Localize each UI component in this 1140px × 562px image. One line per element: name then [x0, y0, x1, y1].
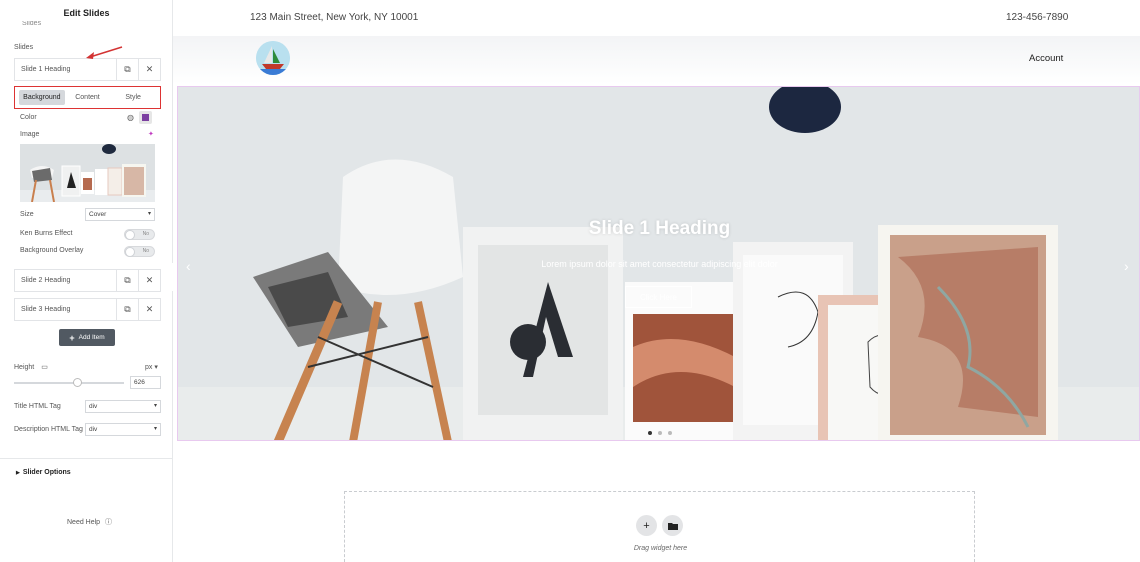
clipped-section-label: Slides — [22, 21, 42, 27]
drop-zone-actions: + — [636, 515, 683, 536]
caret-right-icon: ▶ — [16, 470, 20, 476]
repeater-item-slide-1[interactable]: Slide 1 Heading ⧉ ✕ — [14, 58, 161, 81]
close-icon[interactable]: ✕ — [138, 298, 160, 321]
toggle-knob — [125, 247, 135, 257]
ken-burns-toggle[interactable]: No — [124, 229, 155, 240]
unit-value: px — [145, 364, 153, 371]
pagination-dot[interactable] — [658, 431, 662, 435]
add-item-label: Add Item — [78, 334, 105, 341]
toggle-state: No — [142, 231, 149, 237]
size-select-value: Cover — [89, 211, 107, 218]
height-input[interactable]: 626 — [130, 376, 161, 389]
tab-background[interactable]: Background — [19, 90, 65, 105]
desc-tag-select[interactable]: div ▾ — [85, 423, 161, 436]
tab-content[interactable]: Content — [65, 90, 111, 105]
slide-heading[interactable]: Slide 1 Heading — [178, 218, 1139, 240]
help-icon: ⓘ — [105, 519, 113, 526]
height-slider-handle[interactable] — [73, 378, 82, 387]
site-logo[interactable] — [256, 41, 290, 75]
pagination-dot[interactable] — [648, 431, 652, 435]
height-slider-track[interactable] — [14, 382, 124, 384]
pagination-dot[interactable] — [668, 431, 672, 435]
slider-options-label: Slider Options — [22, 469, 71, 476]
chevron-down-icon: ▾ — [153, 426, 157, 432]
title-tag-select[interactable]: div ▾ — [85, 400, 161, 413]
repeater-item-title[interactable]: Slide 1 Heading — [15, 66, 116, 73]
chevron-down-icon: ▾ — [154, 364, 158, 371]
title-tag-label: Title HTML Tag — [14, 403, 61, 410]
need-help-link[interactable]: Need Help ⓘ — [67, 517, 112, 527]
color-picker[interactable] — [139, 111, 152, 124]
height-label-text: Height — [14, 364, 35, 371]
repeater-item-title[interactable]: Slide 2 Heading — [15, 277, 116, 284]
chevron-down-icon: ▾ — [153, 403, 157, 409]
globe-icon[interactable]: ◍ — [124, 111, 137, 124]
add-item-button[interactable]: + Add Item — [59, 329, 115, 346]
close-icon[interactable]: ✕ — [138, 58, 160, 81]
editor-panel: Edit Slides Slides Slides Slide 1 Headin… — [0, 0, 173, 562]
slide-pagination — [648, 431, 672, 435]
bg-overlay-toggle[interactable]: No — [124, 246, 155, 257]
image-label: Image — [20, 131, 40, 138]
preview-canvas: 123 Main Street, New York, NY 10001 123-… — [173, 0, 1140, 562]
repeater-item-title[interactable]: Slide 3 Heading — [15, 306, 116, 313]
slider-options-section[interactable]: ▶ Slider Options — [16, 469, 71, 476]
bg-overlay-label: Background Overlay — [20, 247, 84, 254]
toggle-state: No — [142, 248, 149, 254]
repeater-item-slide-3[interactable]: Slide 3 Heading ⧉ ✕ — [14, 298, 161, 321]
address-text: 123 Main Street, New York, NY 10001 — [250, 12, 419, 23]
title-tag-value: div — [89, 403, 98, 410]
color-label: Color — [20, 114, 37, 121]
ai-sparkle-icon[interactable]: ✦ — [148, 130, 154, 138]
slide-cta-button[interactable]: Click Here — [625, 286, 692, 308]
top-info-bar: 123 Main Street, New York, NY 10001 123-… — [173, 0, 1140, 36]
tab-style[interactable]: Style — [110, 90, 156, 105]
desktop-icon[interactable]: ▭ — [41, 364, 48, 371]
annotation-arrow — [86, 46, 123, 59]
duplicate-icon[interactable]: ⧉ — [116, 269, 138, 292]
color-swatch — [142, 114, 149, 121]
template-library-button[interactable] — [662, 515, 683, 536]
height-label: Height ▭ — [14, 363, 48, 371]
site-navbar — [173, 36, 1140, 84]
duplicate-icon[interactable]: ⧉ — [116, 298, 138, 321]
next-arrow-icon[interactable]: › — [1124, 258, 1129, 274]
slide-hero: Slide 1 Heading Lorem ipsum dolor sit am… — [177, 86, 1140, 441]
size-label: Size — [20, 211, 34, 218]
duplicate-icon[interactable]: ⧉ — [116, 58, 138, 81]
prev-arrow-icon[interactable]: ‹ — [186, 258, 191, 274]
account-link[interactable]: Account — [1029, 53, 1063, 64]
color-controls: ◍ — [124, 111, 152, 124]
need-help-label: Need Help — [67, 519, 101, 526]
drop-zone-text: Drag widget here — [633, 545, 688, 552]
size-select[interactable]: Cover ▾ — [85, 208, 155, 221]
plus-icon: + — [69, 332, 75, 343]
widget-drop-zone[interactable]: + Drag widget here — [344, 491, 975, 562]
slide-description[interactable]: Lorem ipsum dolor sit amet consectetur a… — [178, 259, 1139, 269]
slide-tabs: Background Content Style — [14, 86, 161, 109]
unit-selector[interactable]: px ▾ — [145, 363, 158, 371]
ken-burns-label: Ken Burns Effect — [20, 230, 73, 237]
divider — [0, 458, 173, 459]
repeater-item-slide-2[interactable]: Slide 2 Heading ⧉ ✕ — [14, 269, 161, 292]
slides-label: Slides — [14, 44, 34, 51]
chevron-down-icon: ▾ — [147, 211, 151, 217]
folder-icon — [667, 522, 678, 530]
phone-text: 123-456-7890 — [1006, 12, 1069, 23]
add-section-button[interactable]: + — [636, 515, 657, 536]
image-thumbnail[interactable] — [20, 144, 155, 202]
close-icon[interactable]: ✕ — [138, 269, 160, 292]
toggle-knob — [125, 230, 135, 240]
desc-tag-label: Description HTML Tag — [14, 426, 83, 433]
desc-tag-value: div — [89, 426, 98, 433]
